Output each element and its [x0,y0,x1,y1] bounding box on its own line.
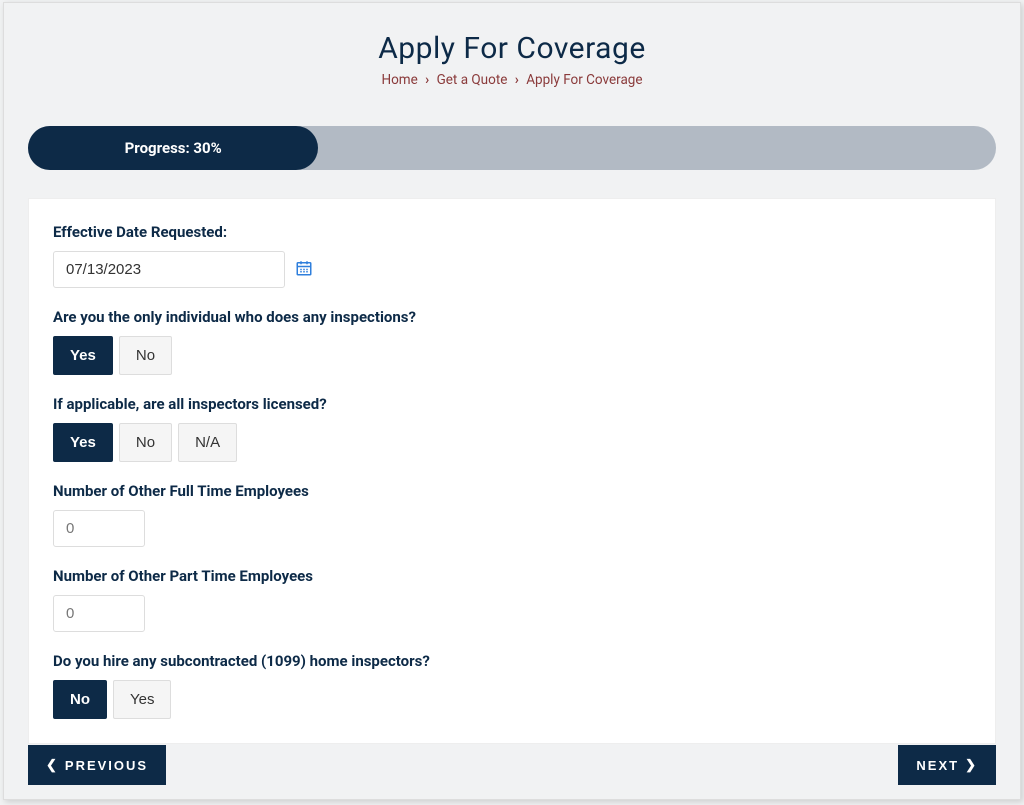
breadcrumb-current: Apply For Coverage [526,72,642,88]
only-individual-no[interactable]: No [119,336,172,375]
all-licensed-na[interactable]: N/A [178,423,237,462]
all-licensed-no[interactable]: No [119,423,172,462]
effective-date-label: Effective Date Requested: [53,223,971,241]
only-individual-label: Are you the only individual who does any… [53,308,971,326]
all-licensed-label: If applicable, are all inspectors licens… [53,395,971,413]
previous-label: PREVIOUS [65,758,148,773]
subcontracted-yes[interactable]: Yes [113,680,171,719]
breadcrumb: Home › Get a Quote › Apply For Coverage [4,72,1020,88]
next-label: NEXT [916,758,959,773]
chevron-right-icon: › [515,72,519,88]
only-individual-yes[interactable]: Yes [53,336,113,375]
next-button[interactable]: NEXT ❯ [898,745,996,785]
progress-bar: Progress: 30% [28,126,996,170]
chevron-left-icon: ❮ [46,757,59,773]
breadcrumb-home[interactable]: Home [381,72,417,88]
full-time-input[interactable] [53,510,145,547]
chevron-right-icon: ❯ [965,757,978,773]
progress-label: Progress: 30% [125,139,222,157]
subcontracted-no[interactable]: No [53,680,107,719]
breadcrumb-get-quote[interactable]: Get a Quote [437,72,508,88]
field-subcontracted: Do you hire any subcontracted (1099) hom… [53,652,971,719]
full-time-label: Number of Other Full Time Employees [53,482,971,500]
field-all-licensed: If applicable, are all inspectors licens… [53,395,971,462]
nav-row: ❮ PREVIOUS NEXT ❯ [28,745,996,785]
progress-fill: Progress: 30% [28,126,318,170]
part-time-label: Number of Other Part Time Employees [53,567,971,585]
part-time-input[interactable] [53,595,145,632]
field-full-time: Number of Other Full Time Employees [53,482,971,547]
page-header: Apply For Coverage Home › Get a Quote › … [4,3,1020,100]
effective-date-input[interactable] [53,251,285,288]
previous-button[interactable]: ❮ PREVIOUS [28,745,166,785]
subcontracted-label: Do you hire any subcontracted (1099) hom… [53,652,971,670]
calendar-icon[interactable] [295,259,313,281]
field-effective-date: Effective Date Requested: [53,223,971,288]
field-part-time: Number of Other Part Time Employees [53,567,971,632]
field-only-individual: Are you the only individual who does any… [53,308,971,375]
all-licensed-yes[interactable]: Yes [53,423,113,462]
chevron-right-icon: › [425,72,429,88]
form-card: Effective Date Requested: Are you the on… [28,198,996,744]
page-title: Apply For Coverage [4,31,1020,66]
